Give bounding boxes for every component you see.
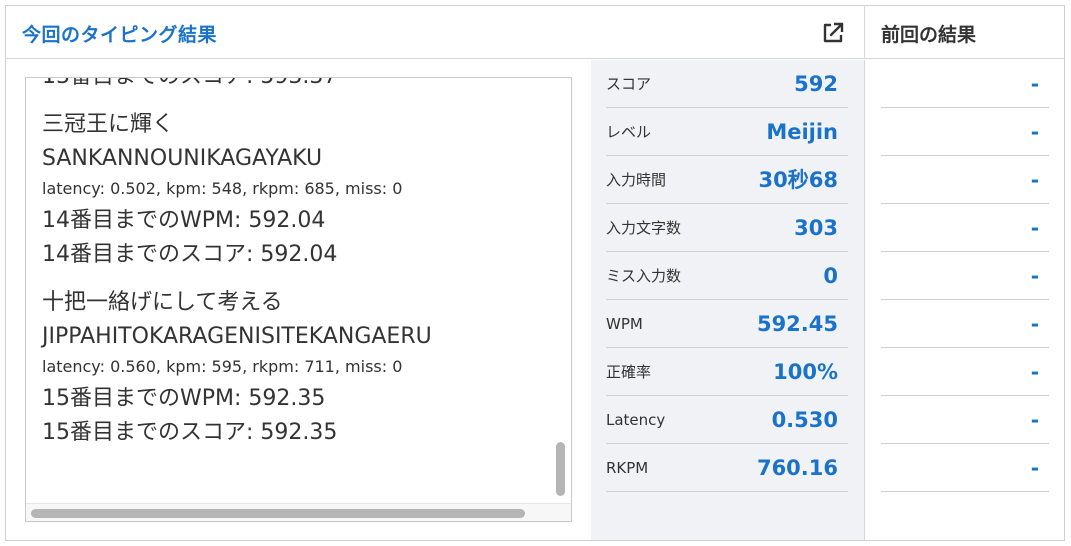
stat-row: 入力時間 30秒68: [606, 156, 848, 204]
previous-stat-row: -: [881, 108, 1049, 156]
stat-value: 0: [823, 264, 838, 288]
stat-value: 303: [794, 216, 838, 240]
previous-stat-value: -: [1030, 264, 1039, 288]
previous-stats-panel: - - - - - - - - -: [866, 60, 1064, 540]
stat-label: スコア: [606, 75, 652, 93]
stat-label: ミス入力数: [606, 267, 682, 285]
stat-row: RKPM 760.16: [606, 444, 848, 492]
previous-stat-row: -: [881, 60, 1049, 108]
previous-stat-row: -: [881, 204, 1049, 252]
horizontal-scrollbar-thumb[interactable]: [31, 509, 525, 518]
previous-stat-value: -: [1030, 408, 1039, 432]
previous-stat-value: -: [1030, 360, 1039, 384]
stat-value: 760.16: [756, 456, 838, 480]
log-spacer: [42, 94, 542, 108]
stat-row: 入力文字数 303: [606, 204, 848, 252]
stat-row: ミス入力数 0: [606, 252, 848, 300]
vertical-scrollbar-thumb[interactable]: [556, 442, 565, 496]
stat-label: 入力時間: [606, 171, 667, 189]
stat-value: 30秒68: [758, 168, 838, 192]
previous-stat-row: -: [881, 444, 1049, 492]
current-result-header: 今回のタイピング結果: [6, 6, 865, 59]
stat-row: Latency 0.530: [606, 396, 848, 444]
previous-stat-row: -: [881, 156, 1049, 204]
previous-result-title: 前回の結果: [881, 24, 977, 46]
typing-log-box[interactable]: 13番目までのスコア: 593.37 三冠王に輝く SANKANNOUNIKAGAY…: [25, 77, 572, 522]
stat-value: 100%: [773, 360, 838, 384]
stat-label: WPM: [606, 315, 643, 333]
log-line: JIPPAHITOKARAGENISITEKANGAERU: [42, 324, 432, 349]
log-line: 14番目までのWPM: 592.04: [42, 208, 326, 233]
previous-result-header: 前回の結果: [865, 6, 1064, 59]
stat-row: スコア 592: [606, 60, 848, 108]
log-detail-line: latency: 0.502, kpm: 548, rkpm: 685, mis…: [42, 179, 403, 198]
log-line: 三冠王に輝く: [42, 112, 175, 137]
previous-stat-value: -: [1030, 168, 1039, 192]
log-line: SANKANNOUNIKAGAYAKU: [42, 146, 323, 171]
stat-value: 592.45: [756, 312, 838, 336]
stat-label: RKPM: [606, 459, 649, 477]
horizontal-scrollbar-track[interactable]: [26, 503, 571, 521]
stat-value: 592: [794, 72, 838, 96]
typing-log-content: 13番目までのスコア: 593.37 三冠王に輝く SANKANNOUNIKAGAY…: [42, 78, 542, 450]
previous-stat-value: -: [1030, 72, 1039, 96]
log-line: 14番目までのスコア: 592.04: [42, 242, 338, 267]
log-line: 15番目までのスコア: 592.35: [42, 420, 338, 445]
stat-row: 正確率 100%: [606, 348, 848, 396]
current-result-title: 今回のタイピング結果: [22, 24, 218, 46]
stat-label: レベル: [606, 123, 652, 141]
previous-stat-value: -: [1030, 120, 1039, 144]
stat-row: レベル Meijin: [606, 108, 848, 156]
previous-stat-value: -: [1030, 456, 1039, 480]
stat-label: 入力文字数: [606, 219, 682, 237]
stat-label: Latency: [606, 411, 666, 429]
typing-result-panel: 今回のタイピング結果 前回の結果 13番目までのスコア: 593.37 三冠王に輝…: [5, 5, 1065, 541]
log-line: 15番目までのWPM: 592.35: [42, 386, 326, 411]
previous-stat-row: -: [881, 252, 1049, 300]
log-line: 十把一絡げにして考える: [42, 290, 283, 315]
stat-label: 正確率: [606, 363, 652, 381]
previous-stat-row: -: [881, 396, 1049, 444]
stat-row: WPM 592.45: [606, 300, 848, 348]
stats-panel: スコア 592 レベル Meijin 入力時間 30秒68 入力文字数 303 ミス入力数 0 WP…: [591, 60, 865, 540]
previous-stat-row: -: [881, 300, 1049, 348]
stat-value: Meijin: [766, 120, 838, 144]
previous-stat-row: -: [881, 348, 1049, 396]
log-detail-line: latency: 0.560, kpm: 595, rkpm: 711, mis…: [42, 357, 403, 376]
previous-stat-value: -: [1030, 312, 1039, 336]
log-spacer: [42, 272, 542, 286]
external-link-icon[interactable]: [820, 20, 846, 46]
stat-value: 0.530: [771, 408, 838, 432]
previous-stat-value: -: [1030, 216, 1039, 240]
log-line: 13番目までのスコア: 593.37: [42, 78, 542, 94]
